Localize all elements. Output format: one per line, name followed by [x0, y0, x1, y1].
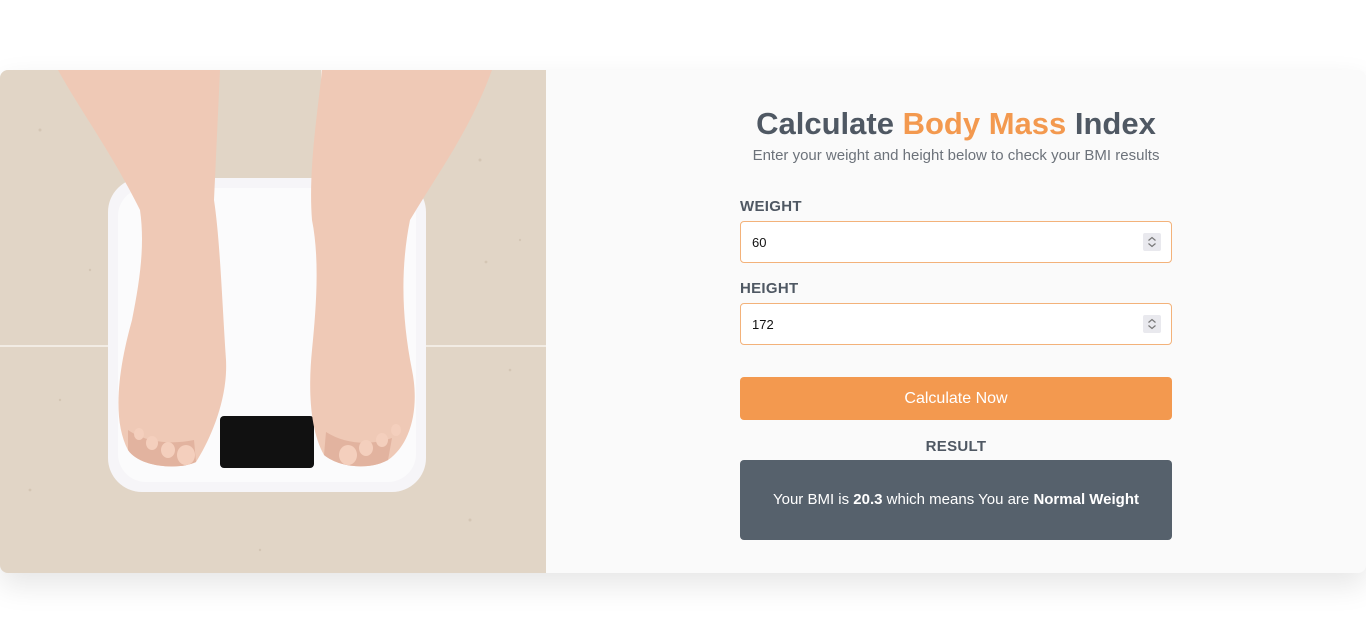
calculate-button[interactable]: Calculate Now: [740, 377, 1172, 420]
height-label: HEIGHT: [740, 280, 799, 297]
bathroom-scale-photo: [0, 70, 546, 573]
title-part-2: Index: [1066, 106, 1156, 141]
page-title: Calculate Body Mass Index: [700, 106, 1212, 142]
height-field-wrapper: [740, 303, 1172, 345]
up-down-chevron-icon: [1148, 318, 1156, 330]
result-prefix: Your BMI is: [772, 491, 854, 508]
page-subtitle: Enter your weight and height below to ch…: [752, 147, 1160, 164]
title-accent: Body Mass: [902, 106, 1067, 141]
weight-input[interactable]: [741, 222, 1132, 262]
up-down-chevron-icon: [1148, 236, 1156, 248]
weight-label: WEIGHT: [740, 198, 802, 215]
result-label: RESULT: [925, 438, 987, 455]
bmi-card: Calculate Body Mass Index Enter your wei…: [0, 70, 1366, 573]
result-middle: which means You are: [882, 491, 1034, 508]
height-stepper[interactable]: [1143, 315, 1161, 333]
bmi-value: 20.3: [853, 491, 883, 508]
title-part-1: Calculate: [756, 106, 903, 141]
result-box: Your BMI is 20.3 which means You are Nor…: [740, 460, 1172, 540]
height-input[interactable]: [741, 304, 1132, 344]
bmi-category: Normal Weight: [1033, 491, 1140, 508]
weight-field-wrapper: [740, 221, 1172, 263]
weight-stepper[interactable]: [1143, 233, 1161, 251]
